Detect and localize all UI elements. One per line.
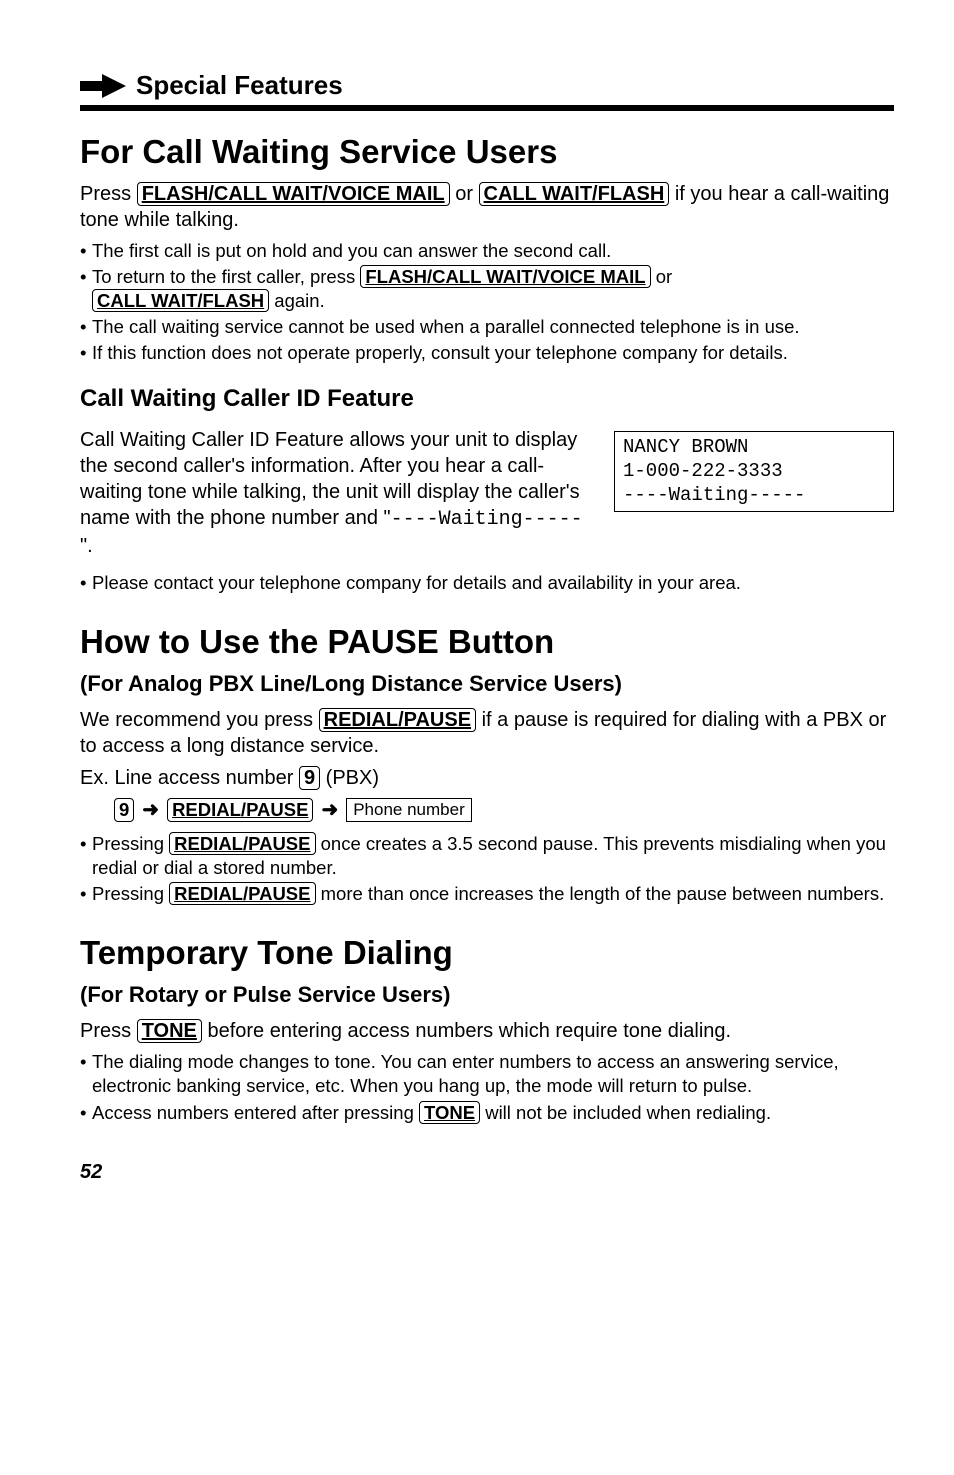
- text: Press: [80, 183, 137, 205]
- redial-pause-key: REDIAL/PAUSE: [169, 882, 315, 905]
- text: or: [450, 183, 479, 205]
- heading-caller-id-feature: Call Waiting Caller ID Feature: [80, 385, 894, 413]
- flash-call-wait-voice-mail-key: FLASH/CALL WAIT/VOICE MAIL: [360, 265, 650, 288]
- lcd-display: NANCY BROWN 1-000-222-3333 ----Waiting--…: [614, 431, 894, 512]
- section-header: Special Features: [80, 70, 894, 101]
- display-line-1: NANCY BROWN: [623, 436, 748, 458]
- page-number: 52: [80, 1161, 894, 1184]
- section-pause: How to Use the PAUSE Button (For Analog …: [80, 623, 894, 906]
- list-item: The call waiting service cannot be used …: [80, 315, 894, 339]
- flash-call-wait-voice-mail-key: FLASH/CALL WAIT/VOICE MAIL: [137, 182, 450, 206]
- list-item: To return to the first caller, press FLA…: [80, 265, 894, 313]
- call-wait-flash-key: CALL WAIT/FLASH: [479, 182, 670, 206]
- text: or: [651, 266, 673, 287]
- list-item: Pressing REDIAL/PAUSE more than once inc…: [80, 882, 894, 906]
- text: Pressing: [92, 883, 169, 904]
- heading-temporary-tone-subtitle: (For Rotary or Pulse Service Users): [80, 982, 894, 1008]
- text: more than once increases the length of t…: [316, 883, 885, 904]
- display-line-2: 1-000-222-3333: [623, 460, 783, 482]
- divider: [80, 105, 894, 111]
- list-item: The first call is put on hold and you ca…: [80, 239, 894, 263]
- section-tone: Temporary Tone Dialing (For Rotary or Pu…: [80, 934, 894, 1124]
- nine-key: 9: [299, 766, 320, 790]
- text: Ex. Line access number: [80, 767, 299, 789]
- text: To return to the first caller, press: [92, 266, 360, 287]
- text: ".: [80, 535, 93, 557]
- heading-temporary-tone: Temporary Tone Dialing: [80, 934, 894, 972]
- key-sequence: 9 ➜ REDIAL/PAUSE ➜ Phone number: [114, 797, 894, 822]
- list-item: Please contact your telephone company fo…: [80, 571, 894, 595]
- caller-id-row: Call Waiting Caller ID Feature allows yo…: [80, 427, 894, 565]
- heading-call-waiting: For Call Waiting Service Users: [80, 133, 894, 171]
- call-waiting-intro: Press FLASH/CALL WAIT/VOICE MAIL or CALL…: [80, 181, 894, 233]
- text: Access numbers entered after pressing: [92, 1102, 419, 1123]
- caller-id-para: Call Waiting Caller ID Feature allows yo…: [80, 427, 594, 559]
- arrow-right-icon: ➜: [321, 797, 338, 822]
- pause-bullets: Pressing REDIAL/PAUSE once creates a 3.5…: [80, 832, 894, 906]
- display-line-3: ----Waiting-----: [623, 484, 805, 506]
- call-waiting-bullets: The first call is put on hold and you ca…: [80, 239, 894, 365]
- list-item: The dialing mode changes to tone. You ca…: [80, 1050, 894, 1098]
- waiting-text-inline: ----Waiting-----: [391, 508, 583, 531]
- redial-pause-key: REDIAL/PAUSE: [169, 832, 315, 855]
- text: will not be included when redialing.: [480, 1102, 771, 1123]
- caller-id-bullets: Please contact your telephone company fo…: [80, 571, 894, 595]
- list-item: Access numbers entered after pressing TO…: [80, 1101, 894, 1125]
- heading-pause-button: How to Use the PAUSE Button: [80, 623, 894, 661]
- heading-pause-subtitle: (For Analog PBX Line/Long Distance Servi…: [80, 671, 894, 697]
- text: Pressing: [92, 833, 169, 854]
- text: (PBX): [320, 767, 379, 789]
- nine-key: 9: [114, 798, 134, 822]
- caller-id-text: Call Waiting Caller ID Feature allows yo…: [80, 427, 594, 565]
- text: before entering access numbers which req…: [202, 1020, 731, 1042]
- pause-example: Ex. Line access number 9 (PBX): [80, 765, 894, 791]
- text: Press: [80, 1020, 137, 1042]
- tone-key: TONE: [419, 1101, 480, 1124]
- arrow-right-icon: [80, 73, 128, 99]
- arrow-right-icon: ➜: [142, 797, 159, 822]
- tone-intro: Press TONE before entering access number…: [80, 1018, 894, 1044]
- tone-bullets: The dialing mode changes to tone. You ca…: [80, 1050, 894, 1124]
- pause-intro: We recommend you press REDIAL/PAUSE if a…: [80, 707, 894, 759]
- phone-number-box: Phone number: [346, 798, 472, 822]
- call-wait-flash-key: CALL WAIT/FLASH: [92, 289, 269, 312]
- header-title: Special Features: [136, 70, 343, 101]
- list-item: If this function does not operate proper…: [80, 341, 894, 365]
- tone-key: TONE: [137, 1019, 202, 1043]
- text: again.: [269, 290, 325, 311]
- redial-pause-key: REDIAL/PAUSE: [167, 798, 313, 822]
- text: We recommend you press: [80, 709, 319, 731]
- redial-pause-key: REDIAL/PAUSE: [319, 708, 476, 732]
- list-item: Pressing REDIAL/PAUSE once creates a 3.5…: [80, 832, 894, 880]
